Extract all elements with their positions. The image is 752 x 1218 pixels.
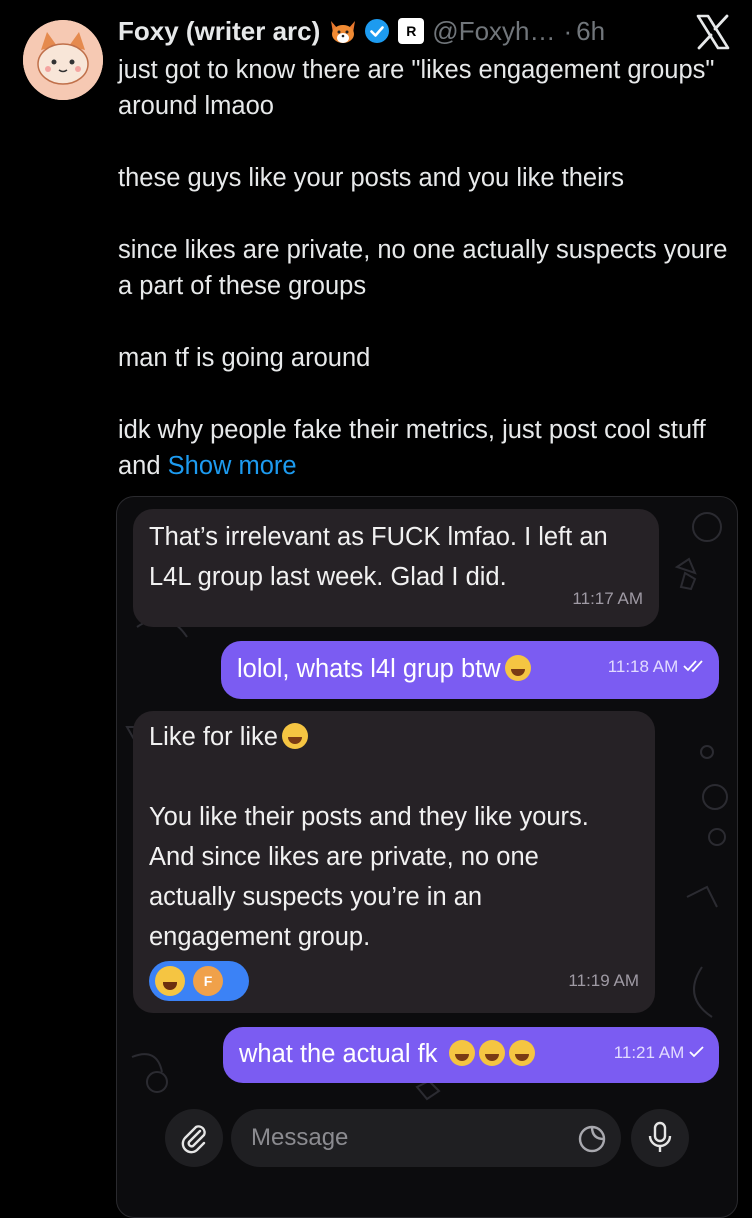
post-paragraph: these guys like your posts and you like …	[118, 164, 625, 192]
message-text: Like for like	[149, 723, 278, 751]
post-paragraph: since likes are private, no one actually…	[118, 236, 728, 300]
message-text-first-line: Like for like	[149, 717, 655, 757]
message-body: You like their posts and they like yours…	[149, 803, 589, 951]
chat-message-incoming[interactable]: Like for like You like their posts and t…	[133, 711, 655, 1013]
post-media-chat-screenshot[interactable]: That’s irrelevant as FUCK lmfao. I left …	[116, 496, 738, 1218]
message-input[interactable]: Message	[231, 1109, 621, 1167]
message-time: 11:18 AM	[608, 647, 705, 687]
message-time: 11:17 AM	[572, 589, 643, 608]
message-text: lolol, whats l4l grup btw	[237, 655, 501, 683]
affiliate-badge-icon[interactable]: R	[398, 18, 425, 44]
mic-icon	[648, 1121, 672, 1152]
chat-message-outgoing[interactable]: what the actual fk 11:21 AM	[223, 1027, 719, 1083]
post-paragraph: just got to know there are "likes engage…	[118, 56, 715, 120]
fox-emoji-icon	[328, 17, 358, 45]
post-paragraph: man tf is going around	[118, 344, 371, 372]
message-input-bar: Message	[117, 1097, 737, 1217]
handle[interactable]: @Foxyh…	[432, 16, 555, 47]
avatar[interactable]	[23, 20, 103, 100]
message-time: 11:21 AM	[614, 1033, 705, 1073]
verified-badge-icon	[364, 18, 390, 44]
sticker-icon[interactable]	[577, 1124, 607, 1154]
rofl-emoji-icon	[281, 723, 308, 749]
read-check-icon	[683, 660, 703, 673]
reaction-avatar: F	[193, 966, 223, 996]
attach-icon	[181, 1125, 206, 1154]
post-text: just got to know there are "likes engage…	[118, 52, 738, 484]
chat-message-incoming[interactable]: That’s irrelevant as FUCK lmfao. I left …	[133, 509, 659, 627]
chat-message-outgoing[interactable]: lolol, whats l4l grup btw 11:18 AM	[221, 641, 719, 699]
read-check-icon	[689, 1046, 704, 1058]
message-text: what the actual fk	[239, 1040, 438, 1068]
joy-emoji-icon	[504, 655, 531, 681]
x-logo-icon[interactable]	[694, 14, 732, 50]
sob-emoji-icon	[509, 1040, 536, 1066]
message-time: 11:19 AM	[568, 971, 639, 990]
crying-emoji-icon	[155, 966, 185, 996]
sob-emoji-icon	[479, 1040, 506, 1066]
post-paragraph-last: idk why people fake their metrics, just …	[118, 412, 738, 484]
display-name[interactable]: Foxy (writer arc)	[118, 16, 320, 47]
post-header: Foxy (writer arc) R @Foxyh… · 6h	[118, 14, 672, 48]
message-input-placeholder: Message	[251, 1124, 349, 1151]
fox-avatar-icon	[23, 20, 103, 100]
message-time-text: 11:18 AM	[607, 657, 679, 676]
reactions-pill[interactable]: F	[149, 961, 249, 1001]
separator: ·	[563, 15, 573, 46]
mic-button[interactable]	[631, 1109, 689, 1167]
message-time-text: 11:21 AM	[613, 1043, 685, 1062]
show-more-link[interactable]: Show more	[168, 452, 297, 480]
attach-button[interactable]	[165, 1109, 223, 1167]
sob-emoji-icon	[449, 1040, 476, 1066]
timestamp[interactable]: 6h	[576, 16, 605, 47]
